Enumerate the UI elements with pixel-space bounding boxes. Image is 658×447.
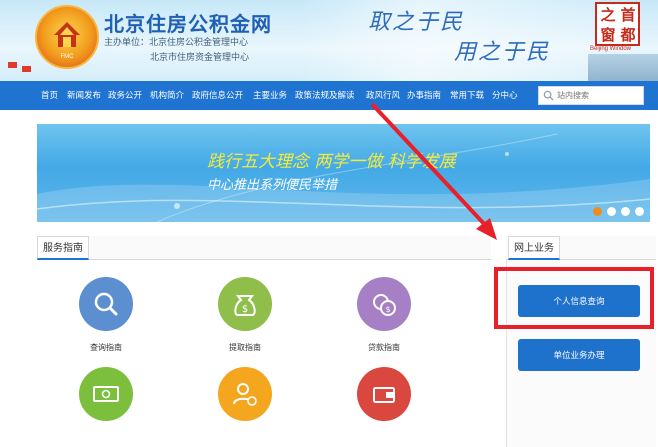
service-guide-item-6[interactable] <box>357 367 411 421</box>
search-icon[interactable] <box>543 90 554 101</box>
wallet-icon <box>373 387 395 403</box>
seal-char: 之 <box>600 6 616 24</box>
nav-item-main-business[interactable]: 主要业务 <box>253 81 287 110</box>
money-bag-icon: $ <box>234 295 256 316</box>
nav-item-branches[interactable]: 分中心 <box>492 81 518 110</box>
loan-guide-button[interactable]: $ <box>357 277 411 331</box>
site-title: 北京住房公积金网 <box>104 14 272 36</box>
capital-window-seal[interactable]: 之 首 窗 都 <box>595 2 640 46</box>
banknote-icon <box>93 386 119 402</box>
online-business-header: 网上业务 <box>506 236 656 260</box>
coins-icon: $ <box>373 294 396 316</box>
flag-decoration <box>8 62 17 68</box>
service-guide-header: 服务指南 <box>37 236 491 260</box>
slogan-top: 取之于民 <box>368 10 465 35</box>
annotation-highlight-box <box>494 267 654 329</box>
seal-char: 窗 <box>600 26 616 44</box>
service-guide-item-5[interactable] <box>218 367 272 421</box>
svg-text:$: $ <box>385 305 390 314</box>
magnifier-icon <box>94 292 118 316</box>
seal-char: 首 <box>620 6 636 24</box>
slide-dot-3[interactable] <box>621 207 630 216</box>
nav-item-home[interactable]: 首页 <box>41 81 58 110</box>
svg-text:$: $ <box>242 304 248 315</box>
house-emblem-icon <box>54 22 80 47</box>
withdrawal-guide-label[interactable]: 提取指南 <box>200 342 290 353</box>
search-input[interactable] <box>557 89 641 102</box>
slide-dot-1[interactable] <box>593 207 602 216</box>
online-business-title[interactable]: 网上业务 <box>508 236 560 260</box>
person-add-icon <box>233 383 257 406</box>
withdrawal-guide-button[interactable]: $ <box>218 277 272 331</box>
banner-light-streaks <box>37 133 650 222</box>
city-skyline-decoration <box>588 54 658 81</box>
nav-item-policies[interactable]: 政策法规及解读 <box>295 81 355 110</box>
service-guide-item-4[interactable] <box>79 367 133 421</box>
nav-item-guide[interactable]: 办事指南 <box>407 81 441 110</box>
site-search <box>538 86 644 105</box>
logo-text: FMC <box>60 54 74 60</box>
slide-dot-4[interactable] <box>635 207 644 216</box>
query-guide-label[interactable]: 查询指南 <box>61 342 151 353</box>
slogan-bottom: 用之于民 <box>454 40 551 65</box>
nav-item-conduct[interactable]: 政风行风 <box>366 81 400 110</box>
nav-item-gov-info[interactable]: 政府信息公开 <box>192 81 243 110</box>
organizer-line: 主办单位：北京住房公积金管理中心 <box>104 37 249 47</box>
co-organizer-line: 北京市住房资金管理中心 <box>150 52 250 62</box>
service-guide-title[interactable]: 服务指南 <box>37 236 89 260</box>
query-guide-button[interactable] <box>79 277 133 331</box>
banner-subtitle: 中心推出系列便民举措 <box>207 177 338 192</box>
flag-decoration <box>22 66 31 72</box>
nav-item-gov-affairs[interactable]: 政务公开 <box>108 81 142 110</box>
loan-guide-label[interactable]: 贷款指南 <box>339 342 429 353</box>
nav-item-news[interactable]: 新闻发布 <box>67 81 101 110</box>
site-header: FMC 北京住房公积金网 主办单位：北京住房公积金管理中心 北京市住房资金管理中… <box>0 0 658 81</box>
seal-char: 都 <box>620 26 636 44</box>
hero-banner[interactable]: 践行五大理念 两学一做 科学发展 中心推出系列便民举措 <box>37 124 650 222</box>
nav-item-about[interactable]: 机构简介 <box>150 81 184 110</box>
nav-item-downloads[interactable]: 常用下载 <box>450 81 484 110</box>
seal-subtitle: Beijing Window <box>590 46 632 52</box>
banner-title: 践行五大理念 两学一做 科学发展 <box>207 152 456 172</box>
employer-business-button[interactable]: 单位业务办理 <box>518 339 640 371</box>
site-logo[interactable]: FMC <box>35 5 99 69</box>
slide-dot-2[interactable] <box>607 207 616 216</box>
